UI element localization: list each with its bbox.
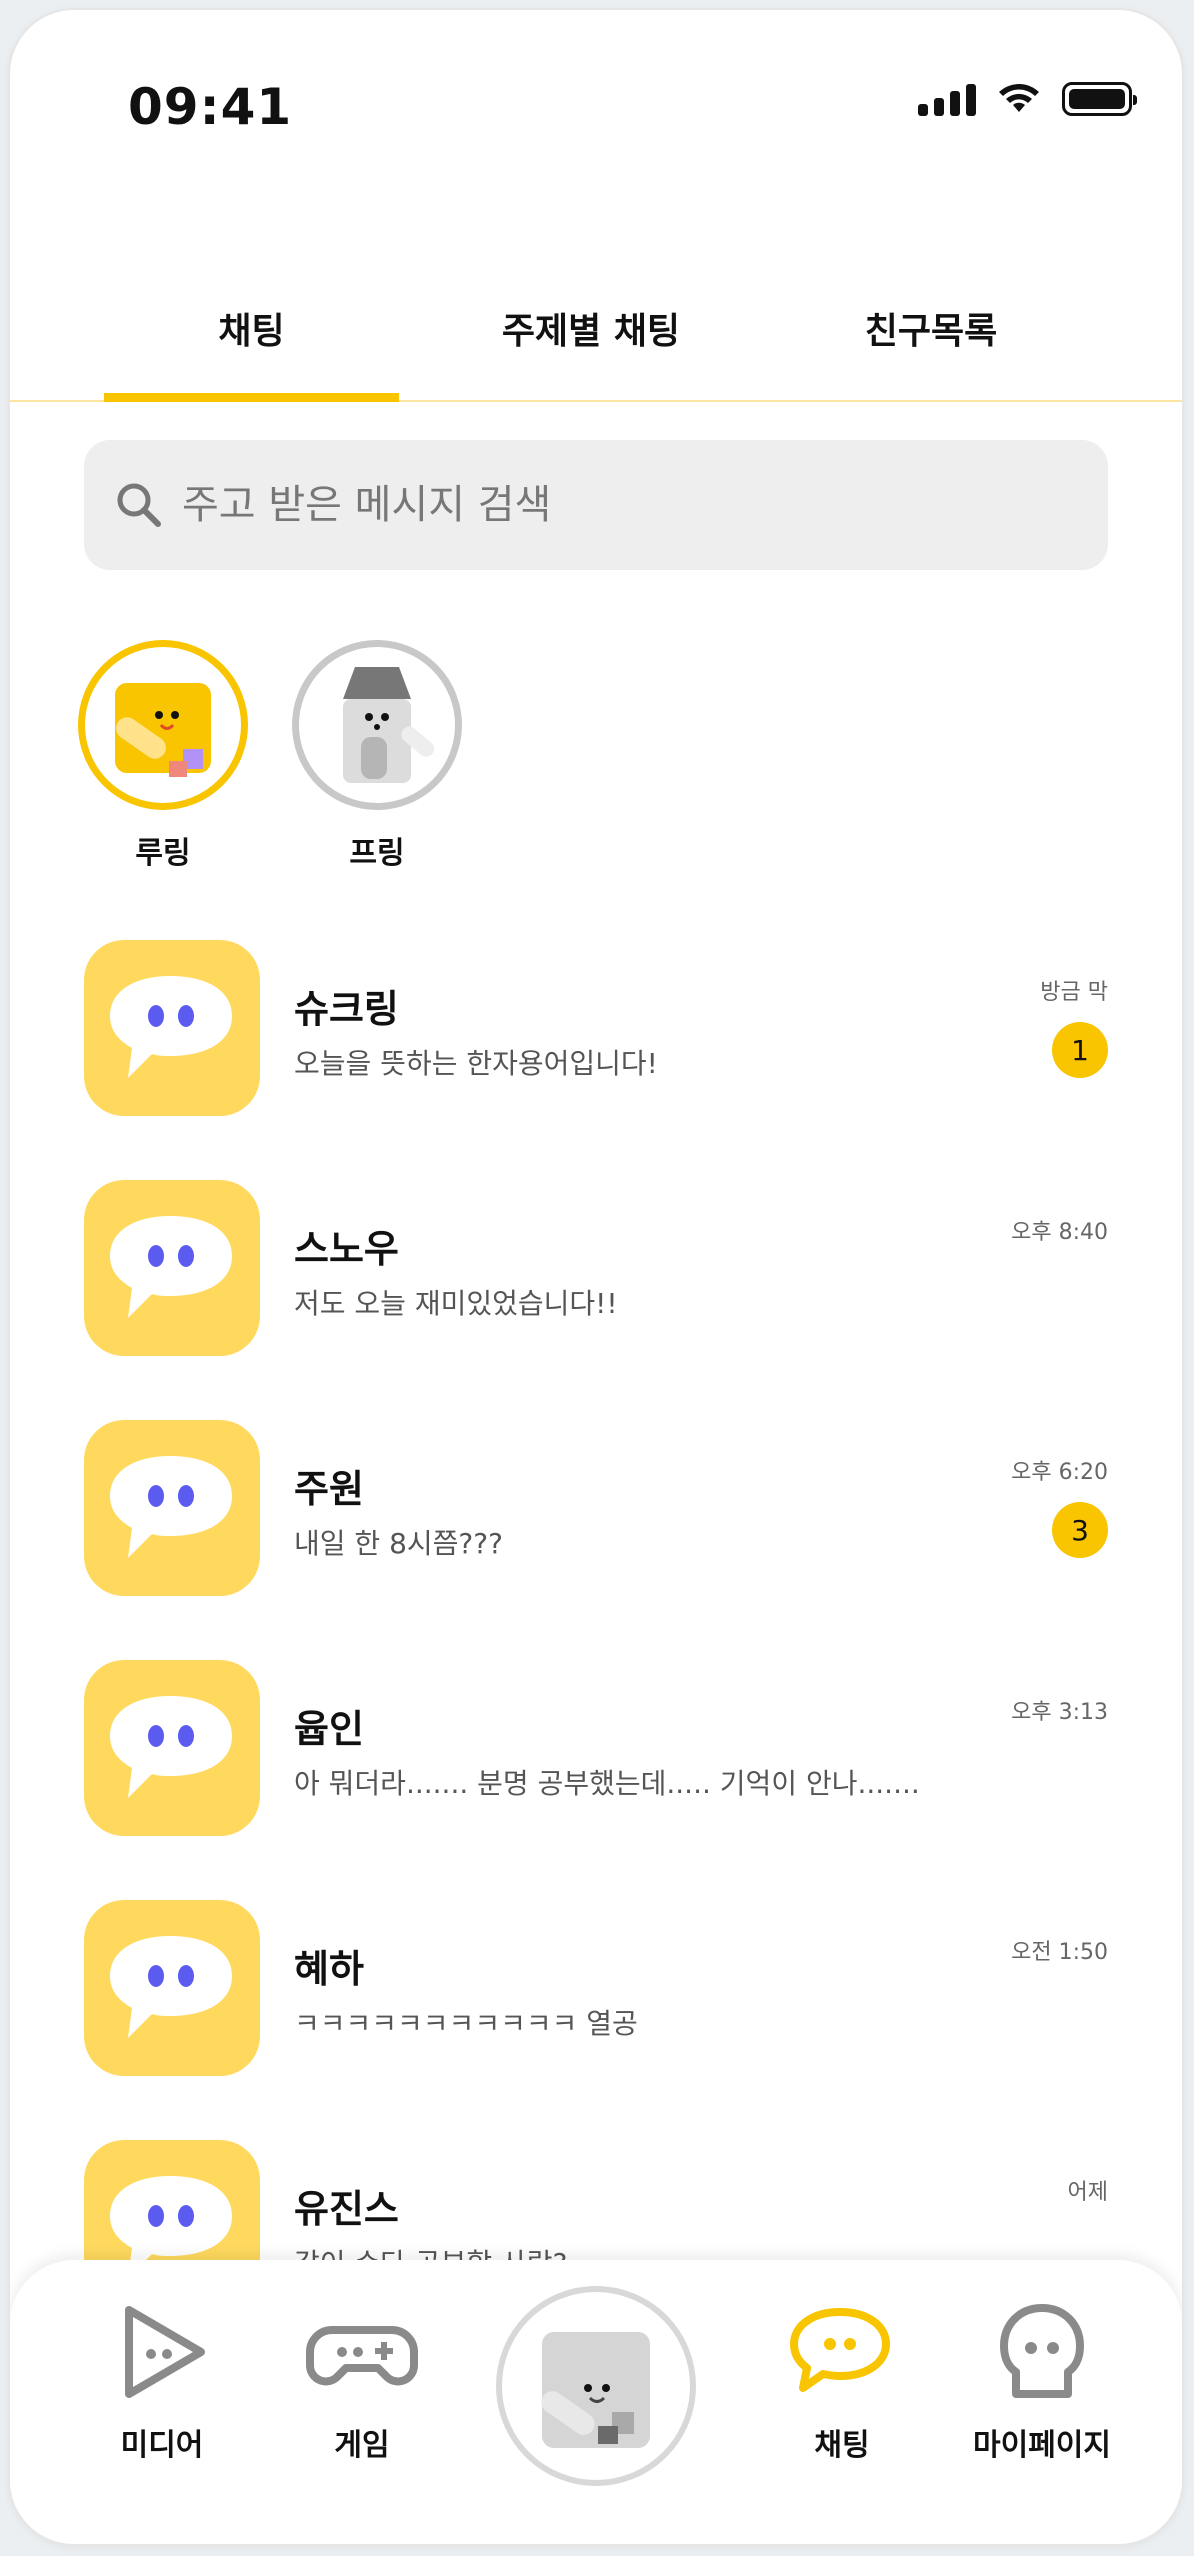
chat-last-message: 아 뭐더라....... 분명 공부했는데..... 기억이 안나....... bbox=[294, 1767, 920, 1800]
search-input[interactable] bbox=[180, 481, 984, 529]
chat-name: 혜하 bbox=[294, 1947, 364, 1991]
chat-timestamp: 어제 bbox=[1067, 2180, 1108, 2205]
status-time: 09:41 bbox=[128, 78, 293, 136]
tab-label: 채팅 bbox=[218, 311, 285, 352]
battery-icon bbox=[1062, 82, 1137, 116]
chat-name: 슈크링 bbox=[294, 987, 399, 1031]
chat-last-message: 내일 한 8시쯤??? bbox=[294, 1527, 503, 1560]
search-icon bbox=[117, 483, 161, 527]
unread-badge: 3 bbox=[1052, 1502, 1108, 1558]
tab-label: 주제별 채팅 bbox=[501, 311, 681, 352]
nav-media[interactable]: 미디어 bbox=[72, 2296, 252, 2464]
chat-list-item[interactable]: 혜하 ㅋㅋㅋㅋㅋㅋㅋㅋㅋㅋㅋ 열공 오전 1:50 bbox=[84, 1900, 1108, 2080]
chat-bubble-icon bbox=[110, 976, 232, 1078]
chat-room-avatar bbox=[84, 1660, 260, 1836]
chat-name: 주원 bbox=[294, 1467, 364, 1511]
avatar bbox=[292, 640, 462, 810]
nav-chat[interactable]: 채팅 bbox=[752, 2296, 932, 2464]
nav-label: 채팅 bbox=[814, 2428, 870, 2463]
play-icon bbox=[125, 2306, 205, 2398]
chat-list-item[interactable]: 윱인아 뭐더라....... 분명 공부했는데..... 기억이 안나.....… bbox=[84, 1660, 1108, 1840]
chat-timestamp: 오후 3:13 bbox=[1011, 1700, 1108, 1725]
chat-timestamp: 오후 8:40 bbox=[1011, 1220, 1108, 1245]
unread-badge: 1 bbox=[1052, 1022, 1108, 1078]
chat-list-item[interactable]: 슈크링오늘을 뜻하는 한자용어입니다! 방금 막 1 bbox=[84, 940, 1108, 1120]
wifi-icon bbox=[999, 84, 1039, 112]
signal-icon bbox=[918, 82, 976, 116]
nav-game[interactable]: 게임 bbox=[272, 2296, 452, 2464]
top-tabs: 채팅 주제별 채팅 친구목록 bbox=[10, 270, 1182, 402]
chat-timestamp: 오후 6:20 bbox=[1011, 1460, 1108, 1485]
active-tab-indicator bbox=[104, 393, 399, 402]
chat-name: 스노우 bbox=[294, 1227, 399, 1271]
story-friend[interactable]: 루링 bbox=[78, 640, 248, 872]
nav-label: 미디어 bbox=[120, 2428, 204, 2463]
chat-list-item[interactable]: 주원내일 한 8시쯤??? 오후 6:20 3 bbox=[84, 1420, 1108, 1600]
story-name: 루링 bbox=[135, 836, 191, 871]
story-friend[interactable]: 프링 bbox=[292, 640, 462, 872]
tab-friends[interactable]: 친구목록 bbox=[781, 270, 1081, 400]
chat-bubble-icon bbox=[790, 2308, 890, 2392]
story-name: 프링 bbox=[349, 836, 405, 871]
chat-last-message: ㅋㅋㅋㅋㅋㅋㅋㅋㅋㅋㅋ 열공 bbox=[294, 2007, 638, 2040]
chat-timestamp: 오전 1:50 bbox=[1011, 1940, 1108, 1965]
chat-name: 유진스 bbox=[294, 2187, 399, 2231]
chat-last-message: 오늘을 뜻하는 한자용어입니다! bbox=[294, 1047, 658, 1080]
tab-label: 친구목록 bbox=[864, 311, 998, 352]
nav-label: 마이페이지 bbox=[973, 2428, 1111, 2463]
chat-room-avatar bbox=[84, 1900, 260, 2076]
profile-character-button[interactable] bbox=[496, 2286, 696, 2486]
chat-room-avatar bbox=[84, 940, 260, 1116]
nav-mypage[interactable]: 마이페이지 bbox=[952, 2296, 1132, 2464]
tab-topic-chat[interactable]: 주제별 채팅 bbox=[441, 270, 741, 400]
bottom-navigation: 미디어 게임 채팅 마이페이지 bbox=[10, 2260, 1182, 2544]
avatar bbox=[78, 640, 248, 810]
chat-room-avatar bbox=[84, 1420, 260, 1596]
phone-screen: 09:41 채팅 주제별 채팅 친구목록 주고 받은 메시지 검색 루링 프링 … bbox=[10, 10, 1182, 2544]
gamepad-icon bbox=[306, 2326, 418, 2386]
chat-timestamp: 방금 막 bbox=[1040, 980, 1108, 1005]
nav-label: 게임 bbox=[334, 2428, 390, 2463]
chat-last-message: 저도 오늘 재미있었습니다!! bbox=[294, 1287, 618, 1320]
ghost-icon bbox=[1000, 2304, 1084, 2398]
chat-room-avatar bbox=[84, 1180, 260, 1356]
character-avatar bbox=[541, 2332, 650, 2448]
chat-bubble-icon bbox=[110, 1216, 232, 1318]
search-bar[interactable] bbox=[84, 440, 1108, 570]
chat-bubble-icon bbox=[110, 1456, 232, 1558]
chat-bubble-icon bbox=[110, 1696, 232, 1798]
status-icons bbox=[918, 82, 1137, 116]
chat-name: 윱인 bbox=[294, 1707, 364, 1751]
tab-chat[interactable]: 채팅 bbox=[104, 270, 399, 402]
chat-list-item[interactable]: 스노우저도 오늘 재미있었습니다!! 오후 8:40 bbox=[84, 1180, 1108, 1360]
chat-bubble-icon bbox=[110, 1936, 232, 2038]
